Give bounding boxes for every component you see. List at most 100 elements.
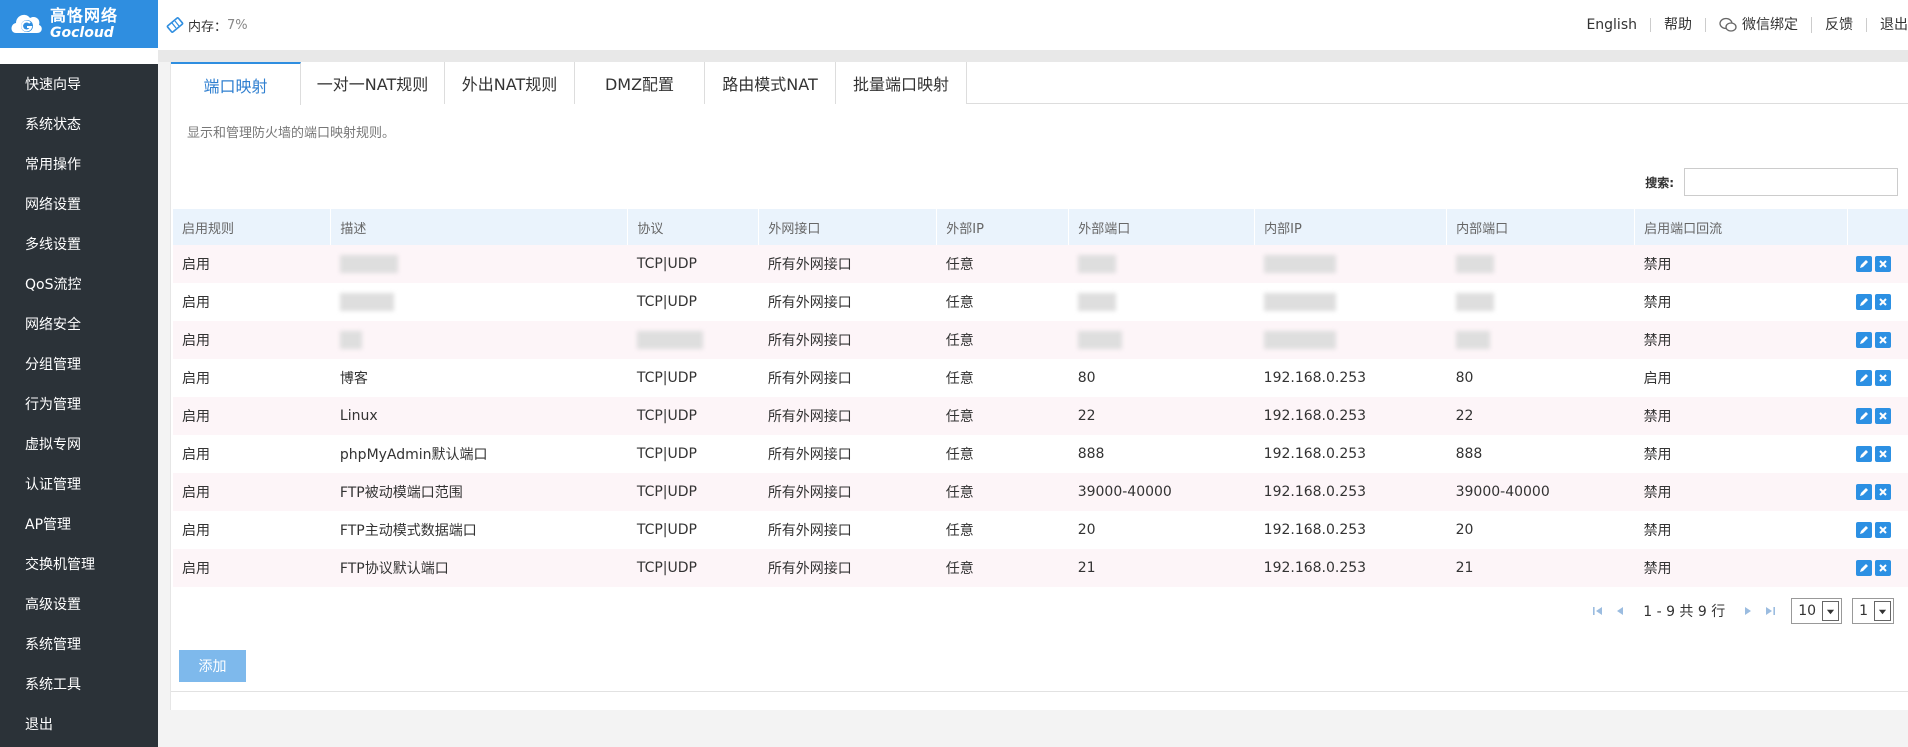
page-number-select[interactable]: 1 [1852,598,1894,624]
delete-icon[interactable] [1875,293,1892,310]
cell-ext-ip: 任意 [945,523,974,539]
search-input[interactable] [1684,168,1898,196]
last-page-icon[interactable] [1764,604,1776,618]
tab-route-mode-nat[interactable]: 路由模式NAT [705,62,836,104]
top-links: English 帮助 微信绑定 反馈 退出 [1573,0,1908,50]
cell-wan: 所有外网接口 [767,485,852,501]
edit-icon[interactable] [1856,331,1873,348]
page-size-select[interactable]: 10 [1791,598,1843,624]
cell-ext-ip: 任意 [945,333,974,349]
tab-dmz[interactable]: DMZ配置 [575,62,705,104]
cell-int-ip-redacted [1255,321,1447,359]
sidebar-item-common-ops[interactable]: 常用操作 [0,144,158,184]
sidebar-item-network-settings[interactable]: 网络设置 [0,184,158,224]
table-row: 启用 TCP|UDP 所有外网接口 任意 禁用 [173,283,1908,321]
cell-ext-ip: 任意 [945,409,974,425]
add-button[interactable]: 添加 [179,650,246,682]
col-header-enable[interactable]: 启用规则 [173,209,332,245]
cell-int-port-redacted [1447,245,1635,283]
sidebar-item-network-security[interactable]: 网络安全 [0,304,158,344]
cell-ext-ip: 任意 [945,371,974,387]
memory-label: 内存： [188,19,228,35]
cell-loopback: 禁用 [1643,561,1672,577]
col-header-ext-port[interactable]: 外部端口 [1068,209,1256,245]
brand-logo[interactable]: 高恪网络 Gocloud [0,0,158,48]
sidebar-item-system-tools[interactable]: 系统工具 [0,664,158,704]
logout-link[interactable]: 退出 [1867,18,1908,32]
cell-loopback: 禁用 [1643,447,1672,463]
edit-icon[interactable] [1856,445,1873,462]
cell-ext-ip: 任意 [945,561,974,577]
delete-icon[interactable] [1875,407,1892,424]
delete-icon[interactable] [1875,445,1892,462]
sidebar-item-quick-guide[interactable]: 快速向导 [0,64,158,104]
sidebar-item-system-mgmt[interactable]: 系统管理 [0,624,158,664]
sidebar-item-multiline[interactable]: 多线设置 [0,224,158,264]
english-link[interactable]: English [1573,18,1651,32]
cell-ext-port: 21 [1077,560,1096,576]
delete-icon[interactable] [1875,255,1892,272]
tab-port-mapping[interactable]: 端口映射 [171,62,301,105]
sidebar-item-exit[interactable]: 退出 [0,704,158,744]
tab-outbound-nat[interactable]: 外出NAT规则 [445,62,575,104]
sidebar-item-advanced[interactable]: 高级设置 [0,584,158,624]
tab-one-to-one-nat[interactable]: 一对一NAT规则 [301,62,445,104]
col-header-desc[interactable]: 描述 [330,209,629,245]
col-header-ext-ip[interactable]: 外部IP [936,209,1070,245]
col-header-loopback[interactable]: 启用端口回流 [1634,209,1848,245]
sidebar-item-ap-mgmt[interactable]: AP管理 [0,504,158,544]
cell-desc: phpMyAdmin默认端口 [339,447,488,463]
delete-icon[interactable] [1875,521,1892,538]
prev-page-icon[interactable] [1614,604,1626,618]
app-root: 高恪网络 Gocloud 内存： 7% English 帮助 微信绑定 反馈 退… [0,0,1908,747]
cell-int-port-redacted [1447,283,1635,321]
sidebar-item-switch-mgmt[interactable]: 交换机管理 [0,544,158,584]
tab-batch-port-mapping[interactable]: 批量端口映射 [836,62,967,104]
table-row: 启用 所有外网接口 任意 禁用 [173,321,1908,359]
table-row: 启用 phpMyAdmin默认端口 TCP|UDP 所有外网接口 任意 888 … [173,435,1908,473]
cell-wan: 所有外网接口 [767,295,852,311]
cell-ext-ip: 任意 [945,485,974,501]
delete-icon[interactable] [1875,483,1892,500]
edit-icon[interactable] [1856,521,1873,538]
search-label: 搜索: [1645,175,1674,190]
cell-enable: 启用 [182,409,210,425]
sidebar-item-system-status[interactable]: 系统状态 [0,104,158,144]
edit-icon[interactable] [1856,255,1873,272]
col-header-wan[interactable]: 外网接口 [758,209,938,245]
sidebar-item-vpn[interactable]: 虚拟专网 [0,424,158,464]
cell-enable: 启用 [182,523,210,539]
help-link[interactable]: 帮助 [1651,18,1706,32]
delete-icon[interactable] [1875,331,1892,348]
sidebar-item-qos[interactable]: QoS流控 [0,264,158,304]
table-row: 启用 FTP协议默认端口 TCP|UDP 所有外网接口 任意 21 192.16… [173,549,1908,587]
col-header-int-ip[interactable]: 内部IP [1254,209,1448,245]
wechat-bind-link[interactable]: 微信绑定 [1706,17,1812,33]
table-header-row: 启用规则 描述 协议 外网接口 外部IP 外部端口 内部IP 内部端口 启用端口… [173,209,1908,245]
edit-icon[interactable] [1856,407,1873,424]
col-header-actions [1847,209,1908,245]
next-page-icon[interactable] [1742,604,1754,618]
col-header-int-port[interactable]: 内部端口 [1446,209,1636,245]
delete-icon[interactable] [1875,369,1892,386]
feedback-link[interactable]: 反馈 [1812,18,1867,32]
sidebar-item-auth-mgmt[interactable]: 认证管理 [0,464,158,504]
col-header-protocol[interactable]: 协议 [627,209,760,245]
edit-icon[interactable] [1856,483,1873,500]
edit-icon[interactable] [1856,559,1873,576]
cell-int-ip: 192.168.0.253 [1263,484,1367,500]
edit-icon[interactable] [1856,293,1873,310]
top-bar: 内存： 7% English 帮助 微信绑定 反馈 退出 [158,0,1908,50]
sidebar-item-behavior-mgmt[interactable]: 行为管理 [0,384,158,424]
cell-int-ip: 192.168.0.253 [1263,446,1367,462]
cell-protocol: TCP|UDP [636,560,697,576]
edit-icon[interactable] [1856,369,1873,386]
sidebar-item-group-mgmt[interactable]: 分组管理 [0,344,158,384]
cell-enable: 启用 [182,485,210,501]
first-page-icon[interactable] [1592,604,1604,618]
table-row: 启用 Linux TCP|UDP 所有外网接口 任意 22 192.168.0.… [173,397,1908,435]
cell-actions [1847,245,1908,283]
cell-desc-redacted [331,321,628,359]
delete-icon[interactable] [1875,559,1892,576]
cell-protocol: TCP|UDP [636,256,697,272]
